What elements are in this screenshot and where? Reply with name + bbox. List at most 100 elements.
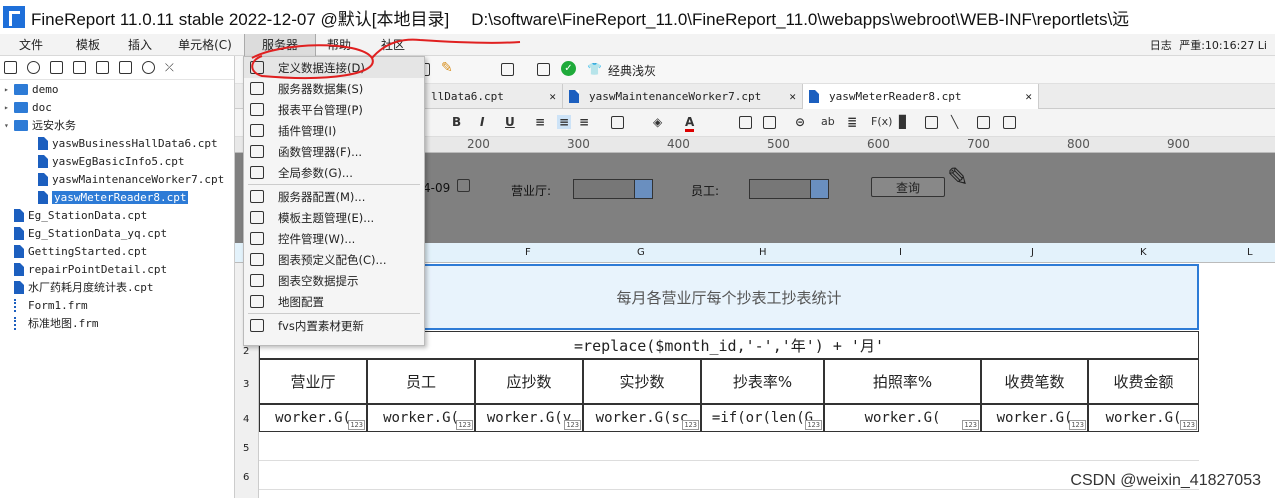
fill-color-icon[interactable]: ◈ (653, 115, 662, 129)
log-link[interactable]: 日志 (1150, 39, 1172, 52)
underline-button[interactable]: U (505, 115, 515, 129)
tab-meter-reader[interactable]: yaswMeterReader8.cpt ✕ (803, 84, 1039, 109)
header-cell[interactable]: 抄表率% (701, 359, 824, 404)
close-icon[interactable]: ✕ (1025, 90, 1032, 103)
tree-file[interactable]: yaswMeterReader8.cpt (0, 188, 234, 206)
menu-item-fvs-material-update[interactable]: fvs内置素材更新 (244, 315, 424, 336)
collapse-icon[interactable]: ⤫ (165, 61, 174, 75)
tree-folder[interactable]: ▸ doc (0, 98, 234, 116)
calendar-icon[interactable] (457, 179, 470, 192)
menu-item-global-parameters[interactable]: 全局参数(G)... (244, 162, 424, 183)
header-cell[interactable]: 员工 (367, 359, 475, 404)
rich-text-icon[interactable]: ≣ (847, 115, 857, 129)
align-right-icon[interactable]: ≡ (579, 115, 589, 129)
menu-item-platform-management[interactable]: 报表平台管理(P) (244, 99, 424, 120)
hall-combobox[interactable] (573, 179, 653, 199)
tree-file[interactable]: yaswBusinessHallData6.cpt (0, 134, 234, 152)
column-letter[interactable]: L (1247, 247, 1253, 258)
menu-file[interactable]: 文件 (0, 36, 62, 53)
cell-icon[interactable] (739, 116, 752, 129)
row-number[interactable]: 2 (243, 346, 249, 357)
menu-community[interactable]: 社区 (362, 36, 424, 53)
menu-item-chart-empty-data[interactable]: 图表空数据提示 (244, 270, 424, 291)
column-letter[interactable]: I (899, 247, 902, 258)
menu-item-widget-management[interactable]: 控件管理(W)... (244, 228, 424, 249)
menu-insert[interactable]: 插入 (114, 36, 166, 53)
tree-file[interactable]: Eg_StationData.cpt (0, 206, 234, 224)
row-number[interactable]: 6 (243, 472, 249, 483)
italic-button[interactable]: I (480, 115, 484, 129)
menu-help[interactable]: 帮助 (316, 36, 362, 53)
font-color-icon[interactable]: A (685, 115, 695, 132)
locate-icon[interactable] (142, 61, 155, 74)
tree-folder[interactable]: ▸ demo (0, 80, 234, 98)
query-button[interactable]: 查询 (871, 177, 945, 197)
column-letter[interactable]: J (1031, 247, 1034, 258)
header-cell[interactable]: 实抄数 (583, 359, 701, 404)
data-cell[interactable]: worker.G(y 123 (475, 404, 583, 432)
bold-button[interactable]: B (452, 115, 461, 129)
tree-file[interactable]: 水厂药耗月度统计表.cpt (0, 278, 234, 296)
tree-file[interactable]: 标准地图.frm (0, 314, 234, 332)
chart-icon[interactable]: ▊ (899, 115, 908, 129)
image-icon[interactable] (925, 116, 938, 129)
align-left-icon[interactable]: ≡ (535, 115, 545, 129)
slash-icon[interactable]: ╲ (951, 115, 958, 129)
preview-icon[interactable] (501, 63, 514, 76)
row-number[interactable]: 3 (243, 379, 249, 390)
align-center-icon[interactable]: ≡ (557, 115, 572, 129)
menu-server[interactable]: 服务器 (244, 33, 316, 56)
menu-item-chart-color-preset[interactable]: 图表预定义配色(C)... (244, 249, 424, 270)
chevron-right-icon[interactable]: ▸ (4, 85, 14, 94)
menu-item-server-config[interactable]: 服务器配置(M)... (244, 186, 424, 207)
format-painter-icon[interactable]: ✎ (441, 60, 453, 76)
menu-item-function-manager[interactable]: 函数管理器(F)... (244, 141, 424, 162)
menu-cell[interactable]: 单元格(C) (166, 36, 244, 53)
header-cell[interactable]: 收费笔数 (981, 359, 1088, 404)
menu-item-server-dataset[interactable]: 服务器数据集(S) (244, 78, 424, 99)
text-icon[interactable]: ab (821, 115, 835, 128)
data-cell[interactable]: =if(or(len(G 123 (701, 404, 824, 432)
data-cell[interactable]: worker.G(sc 123 (583, 404, 701, 432)
tree-file[interactable]: yaswEgBasicInfo5.cpt (0, 152, 234, 170)
chevron-right-icon[interactable]: ▸ (4, 103, 14, 112)
edit-pen-icon[interactable]: ✎ (947, 163, 969, 193)
header-cell[interactable]: 营业厅 (259, 359, 367, 404)
row-number[interactable]: 4 (243, 414, 249, 425)
delete-icon[interactable] (96, 61, 109, 74)
table-icon[interactable] (763, 116, 776, 129)
menu-template[interactable]: 模板 (62, 36, 114, 53)
tree-file[interactable]: yaswMaintenanceWorker7.cpt (0, 170, 234, 188)
column-letter[interactable]: F (525, 247, 531, 258)
header-cell[interactable]: 应抄数 (475, 359, 583, 404)
data-cell[interactable]: worker.G(123 (1088, 404, 1199, 432)
data-cell[interactable]: worker.G(123 (824, 404, 981, 432)
close-icon[interactable]: ✕ (789, 90, 796, 103)
menu-item-theme-management[interactable]: 模板主题管理(E)... (244, 207, 424, 228)
frame-icon[interactable] (1003, 116, 1016, 129)
chevron-down-icon[interactable] (810, 180, 828, 198)
skin-icon[interactable]: 👕 (587, 62, 602, 76)
chevron-down-icon[interactable]: ▾ (4, 121, 14, 130)
classic-skin-button[interactable]: 经典浅灰 (608, 62, 656, 79)
search-icon[interactable] (537, 63, 550, 76)
data-cell[interactable]: worker.G(123 (259, 404, 367, 432)
data-cell[interactable]: worker.G(123 (981, 404, 1088, 432)
data-cell[interactable]: worker.G(123 (367, 404, 475, 432)
chevron-down-icon[interactable] (634, 180, 652, 198)
border-icon[interactable] (611, 116, 624, 129)
formula-icon[interactable]: F(x) (871, 115, 892, 128)
column-letter[interactable]: H (759, 247, 767, 258)
menu-item-map-config[interactable]: 地图配置 (244, 291, 424, 312)
tab-maintenance-worker[interactable]: yaswMaintenanceWorker7.cpt ✕ (563, 84, 803, 109)
header-cell[interactable]: 收费金额 (1088, 359, 1199, 404)
link-icon[interactable]: ⊝ (795, 115, 805, 129)
check-icon[interactable]: ✓ (561, 61, 576, 76)
tree-file[interactable]: Eg_StationData_yq.cpt (0, 224, 234, 242)
menu-item-define-data-connection[interactable]: 定义数据连接(D) (244, 57, 424, 78)
worker-combobox[interactable] (749, 179, 829, 199)
refresh-icon[interactable] (27, 61, 40, 74)
open-icon[interactable] (50, 61, 63, 74)
settings-icon[interactable] (73, 61, 86, 74)
new-folder-icon[interactable] (4, 61, 17, 74)
